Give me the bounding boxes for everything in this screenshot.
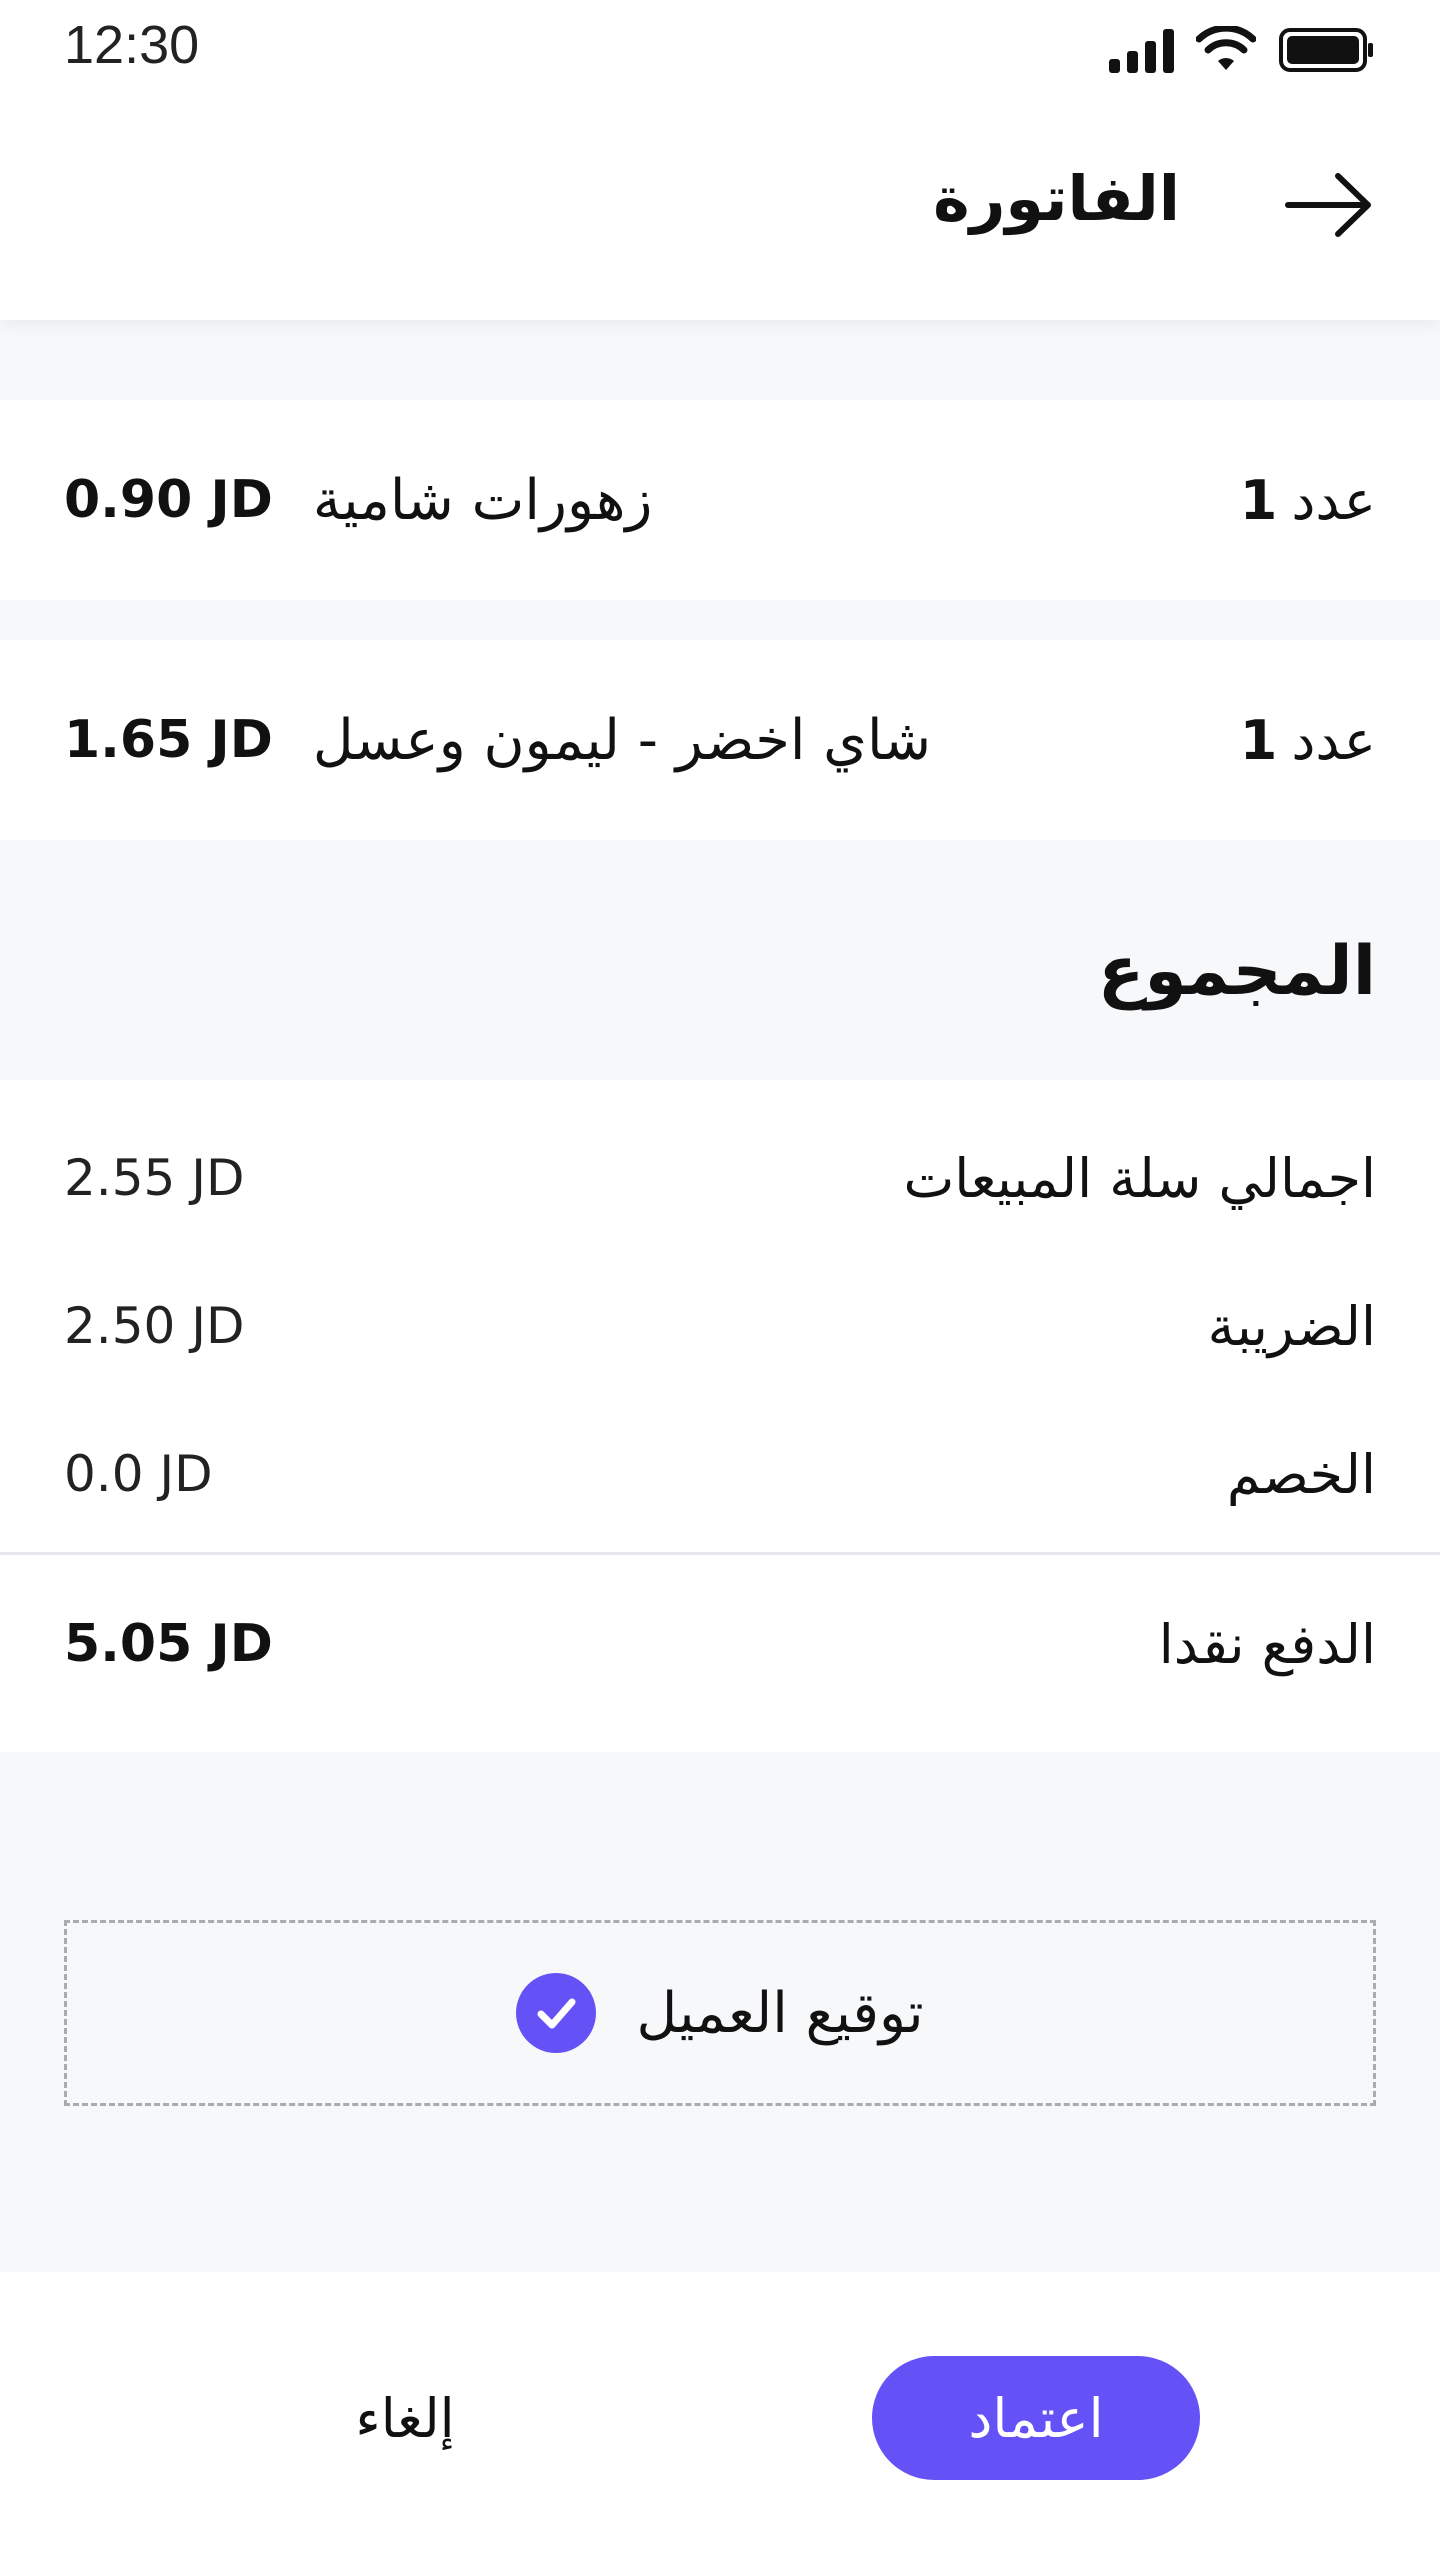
signature-area: توقيع العميل xyxy=(0,1752,1440,2272)
status-bar: 12:30 xyxy=(0,0,1440,100)
item-details: 0.90 JD زهورات شامية xyxy=(64,400,652,600)
divider xyxy=(0,1552,1440,1555)
quantity-label: عدد xyxy=(1291,708,1376,772)
spacer-band xyxy=(0,320,1440,400)
list-item: عدد 1 0.90 JD زهورات شامية xyxy=(0,400,1440,600)
item-name: شاي اخضر - ليمون وعسل xyxy=(312,707,931,773)
item-quantity: عدد 1 xyxy=(1240,640,1376,840)
summary-value: 2.50 JD xyxy=(64,1297,245,1355)
item-price: 0.90 JD xyxy=(64,470,273,530)
item-price: 1.65 JD xyxy=(64,710,273,770)
summary-value: 0.0 JD xyxy=(64,1445,213,1503)
summary-row-subtotal: اجمالي سلة المبيعات 2.55 JD xyxy=(0,1128,1440,1228)
summary-label: الضريبة xyxy=(1207,1294,1376,1358)
summary-label: اجمالي سلة المبيعات xyxy=(903,1146,1376,1210)
item-quantity: عدد 1 xyxy=(1240,400,1376,600)
check-circle-icon xyxy=(516,1973,597,2053)
summary-value: 2.55 JD xyxy=(64,1149,245,1207)
signature-label: توقيع العميل xyxy=(636,1980,924,2046)
signature-box[interactable]: توقيع العميل xyxy=(64,1920,1376,2106)
total-value: 5.05 JD xyxy=(64,1614,273,1674)
summary-row-total: الدفع نقدا 5.05 JD xyxy=(0,1594,1440,1694)
battery-icon xyxy=(1279,28,1373,72)
app-header: الفاتورة xyxy=(0,100,1440,320)
wifi-icon xyxy=(1196,26,1256,70)
item-details: 1.65 JD شاي اخضر - ليمون وعسل xyxy=(64,640,931,840)
arrow-right-icon[interactable] xyxy=(1282,170,1376,240)
totals-title: المجموع xyxy=(1097,932,1376,1011)
spacer-band xyxy=(0,600,1440,640)
page-title: الفاتورة xyxy=(933,162,1180,235)
totals-header: المجموع xyxy=(0,840,1440,1080)
status-time: 12:30 xyxy=(64,15,200,75)
signal-icon xyxy=(1109,27,1174,73)
quantity-value: 1 xyxy=(1239,708,1278,772)
status-icons xyxy=(1109,22,1376,78)
total-label: الدفع نقدا xyxy=(1158,1612,1376,1676)
quantity-value: 1 xyxy=(1239,468,1278,532)
summary-row-tax: الضريبة 2.50 JD xyxy=(0,1276,1440,1376)
item-name: زهورات شامية xyxy=(312,467,653,533)
cancel-button[interactable]: إلغاء xyxy=(300,2356,510,2480)
summary-label: الخصم xyxy=(1226,1442,1376,1506)
confirm-button[interactable]: اعتماد xyxy=(872,2356,1200,2480)
quantity-label: عدد xyxy=(1291,468,1376,532)
summary-row-discount: الخصم 0.0 JD xyxy=(0,1424,1440,1524)
list-item: عدد 1 1.65 JD شاي اخضر - ليمون وعسل xyxy=(0,640,1440,840)
